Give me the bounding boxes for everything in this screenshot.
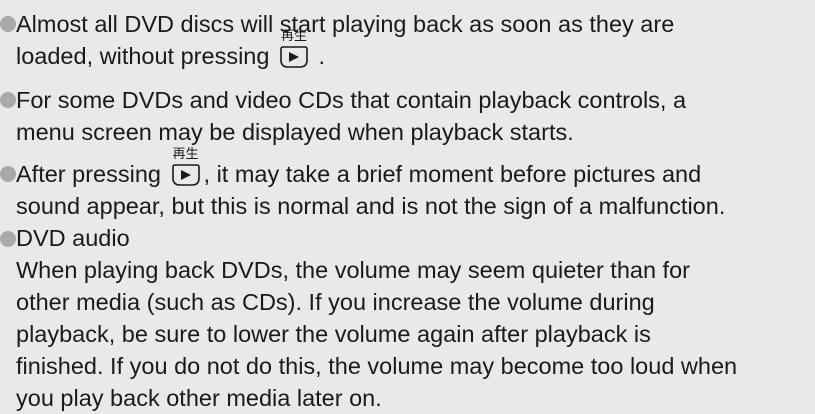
note-text-segment: For some DVDs and video CDs that contain… xyxy=(16,87,687,113)
note-line: Almost all DVD discs will start playing … xyxy=(16,8,674,40)
note-text: DVD audio When playing back DVDs, the vol… xyxy=(16,222,737,414)
play-triangle-icon xyxy=(280,46,308,68)
note-text: For some DVDs and video CDs that contain… xyxy=(16,84,686,148)
bullet-icon xyxy=(0,16,16,32)
notes-list: Almost all DVD discs will start playing … xyxy=(0,0,815,411)
bullet-icon xyxy=(0,231,16,247)
note-text-segment: Almost all DVD discs will start playing … xyxy=(16,11,675,37)
note-item-menu-screen: For some DVDs and video CDs that contain… xyxy=(0,84,815,150)
note-item-delay: After pressing 再生 , it may take a brief m… xyxy=(0,148,815,224)
note-text-segment: playback, be sure to lower the volume ag… xyxy=(16,321,651,347)
play-key-label: 再生 xyxy=(280,29,307,44)
note-text-segment: After pressing xyxy=(16,161,168,187)
note-text: Almost all DVD discs will start playing … xyxy=(16,8,674,72)
note-text-segment: you play back other media later on. xyxy=(16,385,382,411)
note-text-segment: menu screen may be displayed when playba… xyxy=(16,119,574,145)
note-line: menu screen may be displayed when playba… xyxy=(16,116,686,148)
note-line: When playing back DVDs, the volume may s… xyxy=(16,254,737,286)
note-line: other media (such as CDs). If you increa… xyxy=(16,286,737,318)
play-key-label: 再生 xyxy=(172,147,199,162)
note-line: finished. If you do not do this, the vol… xyxy=(16,350,737,382)
note-item-dvd-audio: DVD audio When playing back DVDs, the vol… xyxy=(0,222,815,411)
note-text-segment: other media (such as CDs). If you increa… xyxy=(16,289,655,315)
play-triangle-icon xyxy=(171,164,200,186)
bullet-icon xyxy=(0,166,16,182)
note-text-segment: When playing back DVDs, the volume may s… xyxy=(16,257,690,283)
note-item-autoplay: Almost all DVD discs will start playing … xyxy=(0,8,815,78)
note-text-segment: . xyxy=(311,43,326,69)
note-text: After pressing 再生 , it may take a brief m… xyxy=(16,148,725,222)
note-text-segment: loaded, without pressing xyxy=(16,43,276,69)
note-line: DVD audio xyxy=(16,222,737,254)
note-line: sound appear, but this is normal and is … xyxy=(16,190,725,222)
note-line: you play back other media later on. xyxy=(16,382,737,414)
play-button-icon: 再生 xyxy=(170,148,202,186)
note-text-segment: finished. If you do not do this, the vol… xyxy=(16,353,738,379)
note-text-segment: , it may take a brief moment before pict… xyxy=(203,161,702,187)
note-text-segment: sound appear, but this is normal and is … xyxy=(16,193,726,219)
play-button-icon: 再生 xyxy=(278,30,310,68)
note-line: For some DVDs and video CDs that contain… xyxy=(16,84,686,116)
note-line: playback, be sure to lower the volume ag… xyxy=(16,318,737,350)
note-line: loaded, without pressing 再生 . xyxy=(16,30,674,72)
note-text-segment: DVD audio xyxy=(16,225,130,251)
bullet-icon xyxy=(0,92,16,108)
note-line: After pressing 再生 , it may take a brief m… xyxy=(16,148,725,190)
